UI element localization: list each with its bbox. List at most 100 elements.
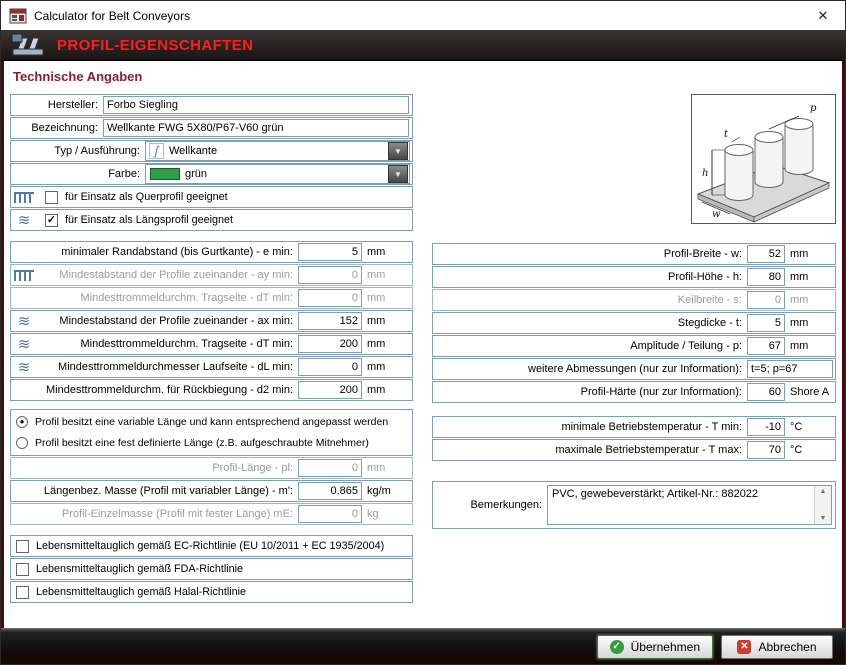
profil-laenge-label: Profil-Länge - pl:: [13, 462, 298, 474]
fda-richtlinie-checkbox[interactable]: [16, 563, 29, 576]
profil-breite-unit: mm: [785, 248, 833, 260]
tmax-input[interactable]: [747, 441, 785, 459]
halal-richtlinie-checkbox[interactable]: [16, 586, 29, 599]
bemerkungen-row: Bemerkungen: PVC, gewebeverstärkt; Artik…: [432, 481, 836, 529]
apply-check-icon: ✓: [610, 640, 624, 654]
typ-dropdown-button[interactable]: ▼: [388, 142, 408, 160]
ec-richtlinie-label: Lebensmitteltauglich gemäß EC-Richtlinie…: [36, 540, 384, 552]
cancel-x-icon: ✕: [737, 640, 751, 654]
hersteller-label: Hersteller:: [13, 99, 103, 111]
farbe-label: Farbe:: [13, 168, 145, 180]
abbrechen-button[interactable]: ✕ Abbrechen: [721, 635, 833, 659]
dialog-header: PROFIL-EIGENSCHAFTEN: [1, 30, 845, 61]
profil-laenge-input: [298, 459, 362, 477]
weitere-abmessungen-label: weitere Abmessungen (nur zur Information…: [435, 363, 747, 375]
stegdicke-label: Stegdicke - t:: [435, 317, 747, 329]
aymin-input: [298, 266, 362, 284]
chevron-down-icon: ▼: [394, 170, 402, 179]
amplitude-unit: mm: [785, 340, 833, 352]
memo-scrollbar[interactable]: ▲ ▼: [814, 486, 831, 524]
dtmin-quer-input: [298, 289, 362, 307]
amplitude-input[interactable]: [747, 337, 785, 355]
scroll-up-icon[interactable]: ▲: [820, 488, 827, 495]
typ-value: Wellkante: [164, 145, 388, 157]
dialog-window: Calculator for Belt Conveyors ✕ PROFIL-E…: [0, 0, 846, 665]
close-button[interactable]: ✕: [801, 1, 845, 30]
profil-breite-input[interactable]: [747, 245, 785, 263]
dtmin-input[interactable]: [298, 335, 362, 353]
section-title: Technische Angaben: [13, 69, 836, 84]
bemerkungen-text[interactable]: PVC, gewebeverstärkt; Artikel-Nr.: 88202…: [548, 486, 814, 524]
laengenbez-masse-input[interactable]: [298, 482, 362, 500]
right-column: h p t w Profil-Breite - w: mm Profil-Höh…: [432, 94, 836, 604]
tmin-unit: °C: [785, 421, 833, 433]
laengsprofil-checkbox[interactable]: ✓: [45, 214, 58, 227]
keilbreite-label: Keilbreite - s:: [435, 294, 747, 306]
dlmin-input[interactable]: [298, 358, 362, 376]
halal-richtlinie-row: Lebensmitteltauglich gemäß Halal-Richtli…: [10, 581, 413, 603]
axmin-label: Mindestabstand der Profile zueinander - …: [37, 315, 298, 327]
typ-label: Typ / Ausführung:: [13, 145, 145, 157]
bezeichnung-input[interactable]: [103, 119, 409, 137]
emin-row: minimaler Randabstand (bis Gurtkante) - …: [10, 241, 413, 263]
content-area: Technische Angaben Hersteller: Bezeichnu…: [1, 61, 845, 628]
keilbreite-row: Keilbreite - s: mm: [432, 289, 836, 311]
profil-breite-label: Profil-Breite - w:: [435, 248, 747, 260]
dim-label-t: t: [724, 129, 729, 140]
bemerkungen-memo[interactable]: PVC, gewebeverstärkt; Artikel-Nr.: 88202…: [547, 485, 832, 525]
footer-bar: ✓ Übernehmen ✕ Abbrechen: [1, 628, 845, 664]
ec-richtlinie-row: Lebensmitteltauglich gemäß EC-Richtlinie…: [10, 535, 413, 557]
profil-breite-row: Profil-Breite - w: mm: [432, 243, 836, 265]
variable-length-radio[interactable]: ● Profil besitzt eine variable Länge und…: [16, 412, 407, 433]
stegdicke-unit: mm: [785, 317, 833, 329]
tmin-row: minimale Betriebstemperatur - T min: °C: [432, 416, 836, 438]
fda-richtlinie-label: Lebensmitteltauglich gemäß FDA-Richtlini…: [36, 563, 243, 575]
dtmin-label: Mindesttrommeldurchm. Tragseite - dT min…: [37, 338, 298, 350]
d2min-label: Mindesttrommeldurchm. für Rückbiegung - …: [13, 384, 298, 396]
profil-hoehe-label: Profil-Höhe - h:: [435, 271, 747, 283]
color-swatch: [150, 168, 180, 180]
profil-hoehe-input[interactable]: [747, 268, 785, 286]
close-icon: ✕: [818, 8, 829, 24]
profil-haerte-unit: Shore A: [785, 386, 833, 398]
d2min-row: Mindesttrommeldurchm. für Rückbiegung - …: [10, 379, 413, 401]
farbe-row: Farbe: grün ▼: [10, 163, 413, 185]
ec-richtlinie-checkbox[interactable]: [16, 540, 29, 553]
profil-haerte-input[interactable]: [747, 383, 785, 401]
farbe-combobox[interactable]: grün ▼: [145, 164, 410, 184]
hersteller-input[interactable]: [103, 96, 409, 114]
aymin-label: Mindestabstand der Profile zueinander - …: [37, 269, 298, 281]
farbe-dropdown-button[interactable]: ▼: [388, 165, 408, 183]
querprofil-row: für Einsatz als Querprofil geeignet: [10, 186, 413, 208]
stegdicke-input[interactable]: [747, 314, 785, 332]
profil-haerte-label: Profil-Härte (nur zur Information):: [435, 386, 747, 398]
axmin-row: ≋ Mindestabstand der Profile zueinander …: [10, 310, 413, 332]
app-icon: [9, 8, 27, 24]
axmin-input[interactable]: [298, 312, 362, 330]
uebernehmen-button[interactable]: ✓ Übernehmen: [597, 635, 713, 659]
weitere-abmessungen-row: weitere Abmessungen (nur zur Information…: [432, 358, 836, 380]
scroll-down-icon[interactable]: ▼: [820, 515, 827, 522]
laengenbez-masse-row: Längenbez. Masse (Profil mit variabler L…: [10, 480, 413, 502]
fixed-length-radio[interactable]: Profil besitzt eine fest definierte Läng…: [16, 433, 407, 454]
einzelmasse-row: Profil-Einzelmasse (Profil mit fester Lä…: [10, 503, 413, 525]
dim-label-w: w: [712, 209, 721, 220]
halal-richtlinie-label: Lebensmitteltauglich gemäß Halal-Richtli…: [36, 586, 246, 598]
querprofil-checkbox[interactable]: [45, 191, 58, 204]
emin-input[interactable]: [298, 243, 362, 261]
weitere-abmessungen-input[interactable]: [747, 360, 833, 378]
tmax-unit: °C: [785, 444, 833, 456]
farbe-value: grün: [180, 168, 388, 180]
tmin-input[interactable]: [747, 418, 785, 436]
profil-haerte-row: Profil-Härte (nur zur Information): Shor…: [432, 381, 836, 403]
einzelmasse-label: Profil-Einzelmasse (Profil mit fester Lä…: [13, 508, 298, 520]
longitudinal-profile-icon: ≋: [14, 361, 34, 374]
profil-laenge-unit: mm: [362, 462, 410, 474]
radio-circle: ●: [16, 416, 28, 428]
d2min-input[interactable]: [298, 381, 362, 399]
profile-header-icon: [11, 33, 47, 57]
titlebar: Calculator for Belt Conveyors ✕: [1, 1, 845, 30]
profil-hoehe-row: Profil-Höhe - h: mm: [432, 266, 836, 288]
typ-combobox[interactable]: ʃ Wellkante ▼: [145, 141, 410, 161]
laengenbez-masse-unit: kg/m: [362, 485, 410, 497]
